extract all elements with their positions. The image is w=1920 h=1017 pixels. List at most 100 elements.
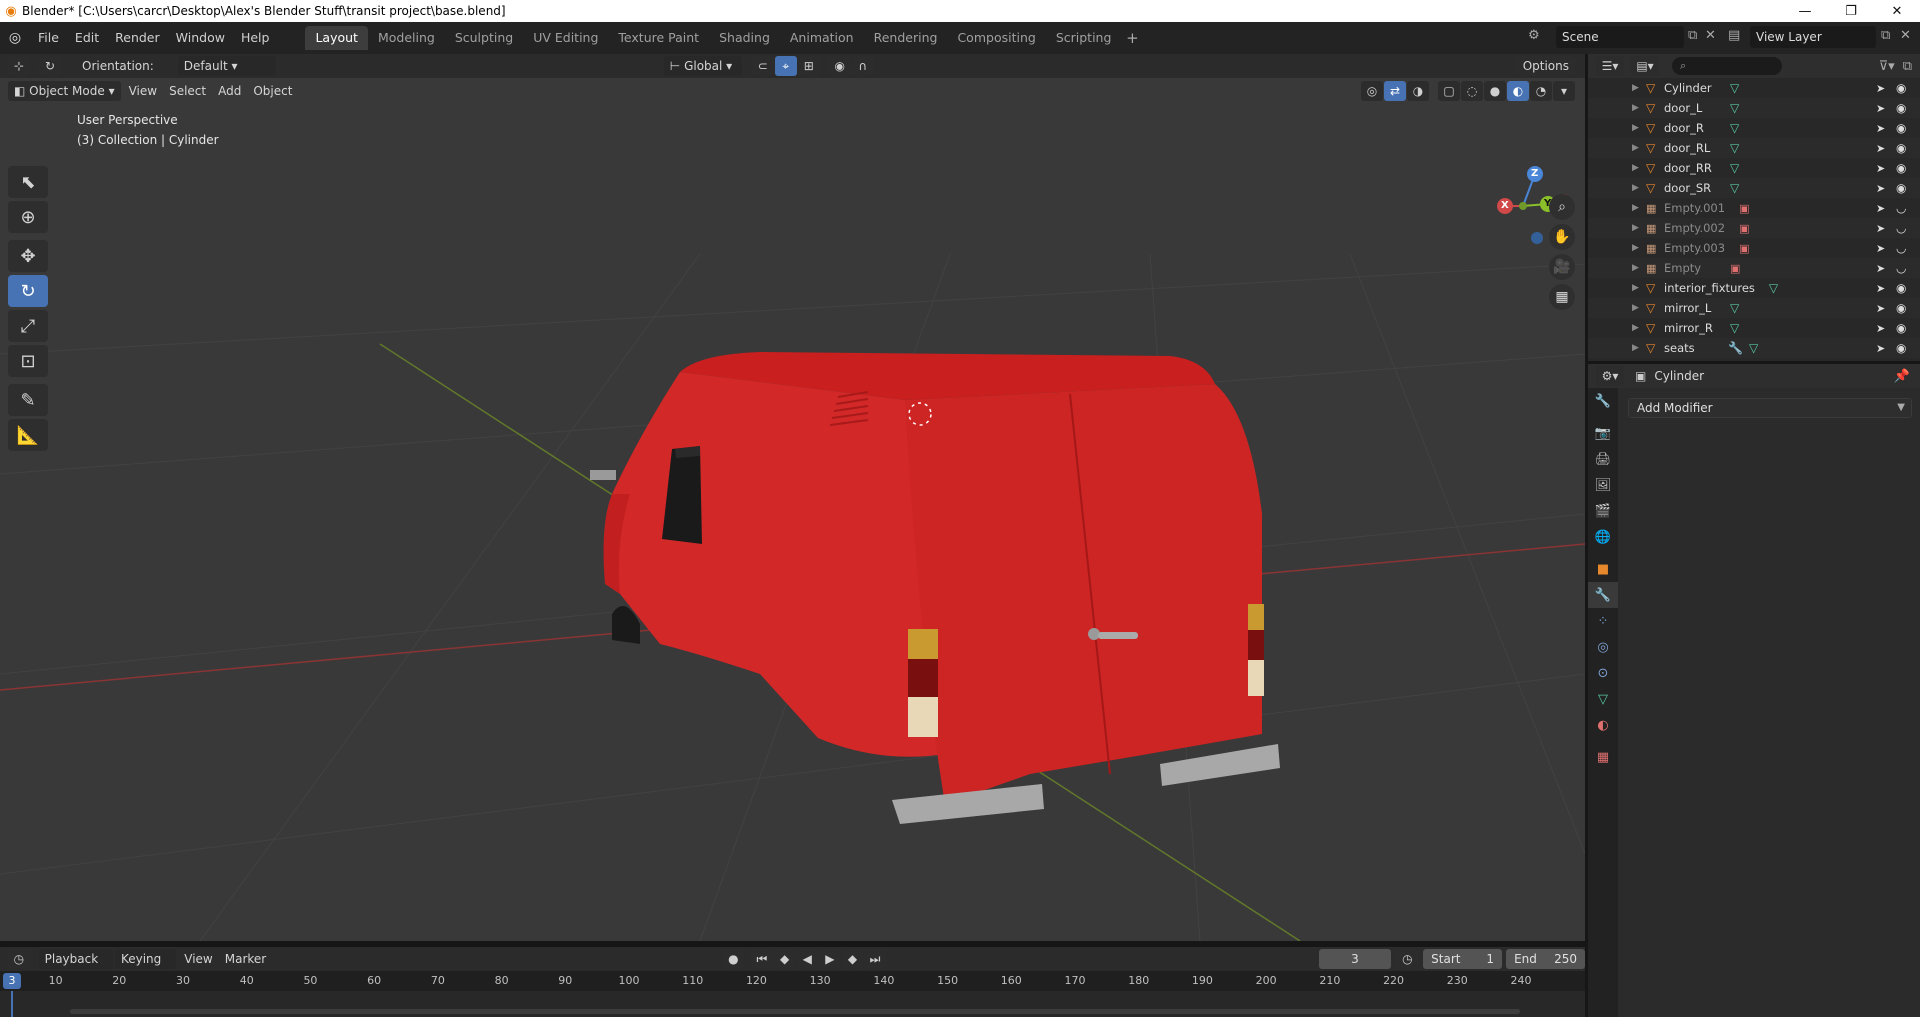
editor-type-icon[interactable]: ⊹ xyxy=(8,56,30,76)
playback-menu[interactable]: Playback ▾ xyxy=(38,949,113,986)
jump-end-icon[interactable]: ⏭ xyxy=(864,949,886,969)
selectable-toggle-icon[interactable]: ➤ xyxy=(1876,202,1885,215)
menu-view[interactable]: View xyxy=(123,84,163,98)
visibility-eye-icon[interactable]: ◉ xyxy=(1896,301,1906,315)
outliner-item-name[interactable]: Empty.001 xyxy=(1664,201,1733,215)
timeline-playhead[interactable]: 3 xyxy=(3,973,21,989)
add-modifier-dropdown[interactable]: Add Modifier ▼ xyxy=(1628,398,1912,418)
preview-range-icon[interactable]: ◷ xyxy=(1396,949,1419,969)
mesh-data-icon[interactable]: ▽ xyxy=(1724,141,1739,155)
image-empty-icon[interactable]: ▣ xyxy=(1733,202,1749,215)
outliner-item[interactable]: ▶ ▽ interior_fixtures ▽ ➤ ◉ xyxy=(1588,278,1920,298)
tab-animation[interactable]: Animation xyxy=(780,26,864,50)
outliner-item[interactable]: ▶ ▦ Empty.003 ▣ ➤ ◡ xyxy=(1588,238,1920,258)
minimize-button[interactable]: — xyxy=(1782,0,1828,22)
expand-arrow-icon[interactable]: ▶ xyxy=(1632,243,1646,253)
pin-icon[interactable]: 📌 xyxy=(1890,369,1914,384)
pan-hand-icon[interactable]: ✋ xyxy=(1549,224,1575,250)
selectable-toggle-icon[interactable]: ➤ xyxy=(1876,222,1885,235)
timeline-scrollbar[interactable] xyxy=(70,1009,1520,1014)
selectable-toggle-icon[interactable]: ➤ xyxy=(1876,182,1885,195)
outliner-item-name[interactable]: mirror_R xyxy=(1664,321,1724,335)
prev-keyframe-icon[interactable]: ◆ xyxy=(773,949,796,969)
visibility-eye-icon[interactable]: ◉ xyxy=(1896,81,1906,95)
delete-scene-icon[interactable]: ✕ xyxy=(1701,28,1720,43)
expand-arrow-icon[interactable]: ▶ xyxy=(1632,203,1646,213)
tab-layout[interactable]: Layout xyxy=(305,26,368,50)
outliner-item-name[interactable]: Empty.002 xyxy=(1664,221,1733,235)
current-frame-field[interactable]: 3 xyxy=(1319,949,1391,969)
end-frame-field[interactable]: End 250 xyxy=(1506,949,1585,969)
move-tool-icon[interactable]: ✥ xyxy=(8,240,48,272)
visibility-eye-icon[interactable]: ◉ xyxy=(1896,321,1906,335)
scene-field[interactable]: Scene xyxy=(1556,26,1684,48)
mesh-data-icon[interactable]: ▽ xyxy=(1724,81,1739,95)
menu-add[interactable]: Add xyxy=(212,84,247,98)
select-tool-icon[interactable]: ⬉ xyxy=(8,166,48,198)
new-collection-icon[interactable]: ⧉ xyxy=(1899,59,1916,74)
menu-file[interactable]: File xyxy=(30,27,67,49)
expand-arrow-icon[interactable]: ▶ xyxy=(1632,163,1646,173)
physics-tab-icon[interactable]: ◎ xyxy=(1588,634,1618,660)
outliner-item[interactable]: ▶ ▽ mirror_L ▽ ➤ ◉ xyxy=(1588,298,1920,318)
selectable-toggle-icon[interactable]: ➤ xyxy=(1876,262,1885,275)
render-tab-icon[interactable]: 📷 xyxy=(1588,420,1618,446)
transform-tool-icon[interactable]: ⊡ xyxy=(8,345,48,377)
outliner-item[interactable]: ▶ ▽ door_R ▽ ➤ ◉ xyxy=(1588,118,1920,138)
visibility-eye-icon[interactable]: ◡ xyxy=(1896,241,1906,255)
timeline-track[interactable] xyxy=(0,991,1585,1017)
visibility-eye-icon[interactable]: ◉ xyxy=(1896,181,1906,195)
tab-modeling[interactable]: Modeling xyxy=(368,26,445,50)
tool-tab-icon[interactable]: 🔧 xyxy=(1588,388,1618,414)
cursor-tool-icon[interactable]: ⊕ xyxy=(8,201,48,233)
outliner-item-name[interactable]: Cylinder xyxy=(1664,81,1724,95)
tab-rendering[interactable]: Rendering xyxy=(864,26,948,50)
outliner-item[interactable]: ▶ ▦ Empty ▣ ➤ ◡ xyxy=(1588,258,1920,278)
outliner-item-name[interactable]: door_SR xyxy=(1664,181,1724,195)
visibility-eye-icon[interactable]: ◉ xyxy=(1896,141,1906,155)
marker-menu[interactable]: Marker xyxy=(219,952,272,966)
selectable-toggle-icon[interactable]: ➤ xyxy=(1876,302,1885,315)
maximize-button[interactable]: ❐ xyxy=(1828,0,1874,22)
gizmo-z-label[interactable]: Z xyxy=(1531,168,1538,179)
selectable-toggle-icon[interactable]: ➤ xyxy=(1876,342,1885,355)
tab-compositing[interactable]: Compositing xyxy=(947,26,1045,50)
expand-arrow-icon[interactable]: ▶ xyxy=(1632,103,1646,113)
image-empty-icon[interactable]: ▣ xyxy=(1733,242,1749,255)
xray-toggle-icon[interactable]: ▢ xyxy=(1438,81,1460,101)
outliner-item[interactable]: ▶ ▽ door_RR ▽ ➤ ◉ xyxy=(1588,158,1920,178)
3d-viewport[interactable]: X Y Z ⊹ ↻ Orientation: Default ▾ ⊢ Globa… xyxy=(0,54,1585,941)
rotate-tool-icon[interactable]: ↻ xyxy=(8,275,48,307)
menu-help[interactable]: Help xyxy=(233,27,278,49)
outliner-item-name[interactable]: door_L xyxy=(1664,101,1724,115)
outliner-item[interactable]: ▶ ▽ door_RL ▽ ➤ ◉ xyxy=(1588,138,1920,158)
selectable-toggle-icon[interactable]: ➤ xyxy=(1876,282,1885,295)
visibility-eye-icon[interactable]: ◡ xyxy=(1896,221,1906,235)
scene-tab-icon[interactable]: 🎬 xyxy=(1588,498,1618,524)
snap-icon[interactable]: ⌖ xyxy=(774,56,797,76)
snap-target-icon[interactable]: ⊞ xyxy=(797,56,820,76)
menu-render[interactable]: Render xyxy=(107,27,168,49)
expand-arrow-icon[interactable]: ▶ xyxy=(1632,323,1646,333)
data-tab-icon[interactable]: ▽ xyxy=(1588,686,1618,712)
outliner-search-input[interactable]: ⌕ xyxy=(1672,57,1782,75)
proportional-edit-icon[interactable]: ◉ xyxy=(828,56,851,76)
view-layer-field[interactable]: View Layer xyxy=(1750,26,1876,48)
gizmo-x-label[interactable]: X xyxy=(1501,200,1509,211)
outliner-item-name[interactable]: mirror_L xyxy=(1664,301,1724,315)
outliner-editor-type-icon[interactable]: ☰▾ xyxy=(1596,56,1624,76)
mesh-data-icon[interactable]: ▽ xyxy=(1724,301,1739,315)
outliner-item-name[interactable]: interior_fixtures xyxy=(1664,281,1763,295)
visibility-eye-icon[interactable]: ◉ xyxy=(1896,341,1906,355)
start-frame-field[interactable]: Start 1 xyxy=(1423,949,1503,969)
record-icon[interactable]: ● xyxy=(722,949,745,969)
outliner-item[interactable]: ▶ ▽ Cylinder ▽ ➤ ◉ xyxy=(1588,78,1920,98)
outliner-item-name[interactable]: door_R xyxy=(1664,121,1724,135)
blender-menu-icon[interactable]: ◎ xyxy=(0,30,30,46)
close-button[interactable]: ✕ xyxy=(1874,0,1920,22)
outliner-item-name[interactable]: seats xyxy=(1664,341,1724,355)
tab-uv-editing[interactable]: UV Editing xyxy=(523,26,608,50)
expand-arrow-icon[interactable]: ▶ xyxy=(1632,183,1646,193)
image-empty-icon[interactable]: ▣ xyxy=(1724,262,1740,275)
play-reverse-icon[interactable]: ◀ xyxy=(796,949,818,969)
